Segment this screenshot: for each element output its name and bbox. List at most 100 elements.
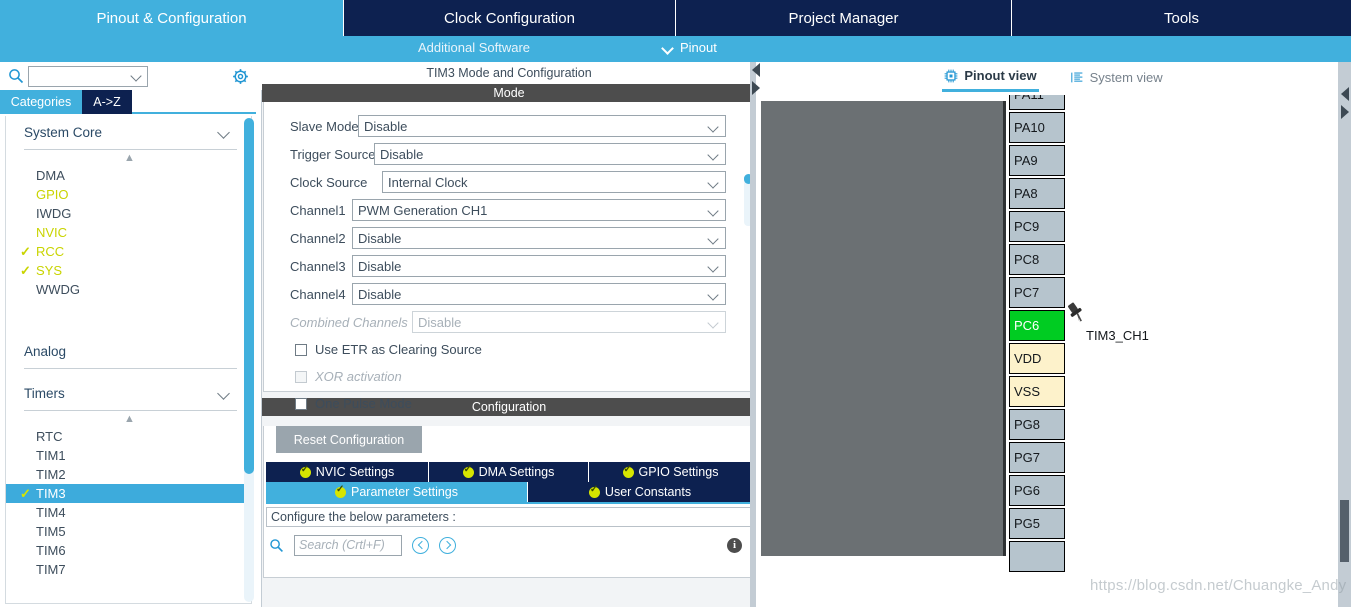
sidebar-item-tim5[interactable]: TIM5 bbox=[6, 522, 251, 541]
panel-collapse-arrows-right[interactable] bbox=[1339, 86, 1351, 120]
sidebar-search-input[interactable] bbox=[28, 66, 148, 87]
tab-pinout-view[interactable]: Pinout view bbox=[942, 62, 1039, 92]
sidebar-item-iwdg[interactable]: IWDG bbox=[6, 204, 251, 223]
row-channel2: Channel2 Disable bbox=[264, 224, 754, 252]
panel-collapse-arrows-left[interactable] bbox=[750, 62, 762, 96]
sidebar-scrollbar[interactable] bbox=[244, 118, 254, 602]
clock-source-select[interactable]: Internal Clock bbox=[382, 171, 726, 193]
sidebar-item-rtc[interactable]: RTC bbox=[6, 427, 251, 446]
sidebar-group-analog[interactable]: Analog bbox=[24, 335, 237, 369]
pin-pc7[interactable]: PC7 bbox=[1009, 277, 1065, 308]
chip-diagram[interactable]: PA11 PA10 PA9 PA8 PC9 PC8 PC7 PC6 VDD VS… bbox=[756, 95, 1351, 576]
chevron-right-circle-icon[interactable] bbox=[439, 536, 456, 554]
sidebar-item-wwdg[interactable]: WWDG bbox=[6, 280, 251, 299]
tab-label: A->Z bbox=[93, 95, 121, 109]
info-icon[interactable]: i bbox=[727, 537, 742, 553]
sidebar-item-rcc[interactable]: ✓ RCC bbox=[6, 242, 251, 261]
pin-pa10[interactable]: PA10 bbox=[1009, 112, 1065, 143]
item-label: TIM2 bbox=[36, 467, 66, 482]
right-vertical-scrollbar-thumb[interactable] bbox=[1340, 500, 1349, 562]
pin-vss[interactable]: VSS bbox=[1009, 376, 1065, 407]
pin-pc9[interactable]: PC9 bbox=[1009, 211, 1065, 242]
check-icon: ✓ bbox=[20, 263, 31, 278]
tab-label: Pinout view bbox=[964, 68, 1037, 83]
tab-label: GPIO Settings bbox=[638, 465, 719, 479]
group-label: System Core bbox=[24, 125, 103, 140]
tab-user-constants[interactable]: User Constants bbox=[528, 482, 752, 502]
pin-pa9[interactable]: PA9 bbox=[1009, 145, 1065, 176]
sidebar-item-nvic[interactable]: NVIC bbox=[6, 223, 251, 242]
tab-categories[interactable]: Categories bbox=[0, 90, 82, 114]
checkbox-use-etr[interactable]: Use ETR as Clearing Source bbox=[264, 336, 754, 363]
checkbox-icon[interactable] bbox=[295, 343, 307, 356]
item-label: IWDG bbox=[36, 206, 72, 221]
checkbox-icon[interactable] bbox=[295, 397, 307, 410]
pin-pg6[interactable]: PG6 bbox=[1009, 475, 1065, 506]
sidebar-item-tim3[interactable]: ✓ TIM3 bbox=[6, 484, 251, 503]
tab-nvic-settings[interactable]: NVIC Settings bbox=[266, 462, 429, 482]
sidebar-item-tim1[interactable]: TIM1 bbox=[6, 446, 251, 465]
sidebar-item-tim7[interactable]: TIM7 bbox=[6, 560, 251, 579]
pin-pg8[interactable]: PG8 bbox=[1009, 409, 1065, 440]
pin-pa8[interactable]: PA8 bbox=[1009, 178, 1065, 209]
item-label: RTC bbox=[36, 429, 63, 444]
additional-software-button[interactable]: Additional Software bbox=[418, 40, 530, 55]
sidebar-item-tim4[interactable]: TIM4 bbox=[6, 503, 251, 522]
pin-pg5[interactable]: PG5 bbox=[1009, 508, 1065, 539]
sidebar-item-sys[interactable]: ✓ SYS bbox=[6, 261, 251, 280]
chevron-left-circle-icon[interactable] bbox=[412, 536, 429, 554]
tab-project-manager[interactable]: Project Manager bbox=[676, 0, 1012, 36]
item-label: NVIC bbox=[36, 225, 68, 240]
parameter-search-row: Search (Crtl+F) i bbox=[266, 531, 752, 559]
pinout-menu[interactable]: Pinout bbox=[663, 40, 717, 55]
tab-parameter-settings[interactable]: Parameter Settings bbox=[266, 482, 528, 502]
sidebar-scrollbar-thumb[interactable] bbox=[244, 118, 254, 474]
pin-vdd[interactable]: VDD bbox=[1009, 343, 1065, 374]
tab-dma-settings[interactable]: DMA Settings bbox=[429, 462, 589, 482]
pin-next[interactable] bbox=[1009, 541, 1065, 572]
select-value: Disable bbox=[358, 258, 402, 274]
tab-label: Categories bbox=[10, 95, 72, 109]
tab-gpio-settings[interactable]: GPIO Settings bbox=[589, 462, 752, 482]
sidebar-item-tim2[interactable]: TIM2 bbox=[6, 465, 251, 484]
item-label: WWDG bbox=[36, 282, 81, 297]
sidebar-group-timers[interactable]: Timers bbox=[24, 377, 237, 411]
sidebar-item-tim6[interactable]: TIM6 bbox=[6, 541, 251, 560]
channel3-select[interactable]: Disable bbox=[352, 255, 726, 277]
channel4-select[interactable]: Disable bbox=[352, 283, 726, 305]
pin-pg7[interactable]: PG7 bbox=[1009, 442, 1065, 473]
tab-clock-configuration[interactable]: Clock Configuration bbox=[344, 0, 676, 36]
field-label: Trigger Source bbox=[290, 146, 376, 162]
pin-pc8[interactable]: PC8 bbox=[1009, 244, 1065, 275]
sidebar-item-dma[interactable]: DMA bbox=[6, 166, 251, 185]
tab-a-to-z[interactable]: A->Z bbox=[82, 90, 132, 114]
tab-tools[interactable]: Tools bbox=[1012, 0, 1351, 36]
sidebar-item-gpio[interactable]: GPIO bbox=[6, 185, 251, 204]
channel2-select[interactable]: Disable bbox=[352, 227, 726, 249]
pin-label: PG8 bbox=[1014, 417, 1041, 432]
pin-pc6[interactable]: PC6 bbox=[1009, 310, 1065, 341]
mode-section: Slave Mode Disable Trigger Source Disabl… bbox=[263, 102, 755, 411]
tab-system-view[interactable]: System view bbox=[1069, 62, 1165, 92]
sidebar-group-system-core[interactable]: System Core bbox=[24, 116, 237, 150]
reset-configuration-button[interactable]: Reset Configuration bbox=[276, 426, 422, 453]
checkbox-label: One Pulse Mode bbox=[315, 396, 412, 411]
gear-icon[interactable] bbox=[232, 68, 249, 85]
scroll-up-spinner-icon[interactable]: ▲ bbox=[6, 150, 251, 166]
parameter-search-input[interactable]: Search (Crtl+F) bbox=[294, 534, 402, 556]
row-channel4: Channel4 Disable bbox=[264, 280, 754, 308]
checkbox-label: XOR activation bbox=[315, 369, 402, 384]
tab-label: User Constants bbox=[604, 485, 692, 499]
tab-pinout-configuration[interactable]: Pinout & Configuration bbox=[0, 0, 344, 36]
pin-label: PG6 bbox=[1014, 483, 1041, 498]
row-slave-mode: Slave Mode Disable bbox=[264, 112, 754, 140]
trigger-source-select[interactable]: Disable bbox=[374, 143, 726, 165]
row-channel1: Channel1 PWM Generation CH1 bbox=[264, 196, 754, 224]
slave-mode-select[interactable]: Disable bbox=[358, 115, 726, 137]
sidebar-scroll-area[interactable]: System Core ▲ DMA GPIO IWDG NVIC ✓ RCC ✓ S… bbox=[5, 116, 252, 604]
select-value: Disable bbox=[418, 314, 462, 330]
item-label: GPIO bbox=[36, 187, 69, 202]
pin-pa11[interactable]: PA11 bbox=[1009, 95, 1065, 110]
scroll-up-spinner-icon[interactable]: ▲ bbox=[6, 411, 251, 427]
channel1-select[interactable]: PWM Generation CH1 bbox=[352, 199, 726, 221]
